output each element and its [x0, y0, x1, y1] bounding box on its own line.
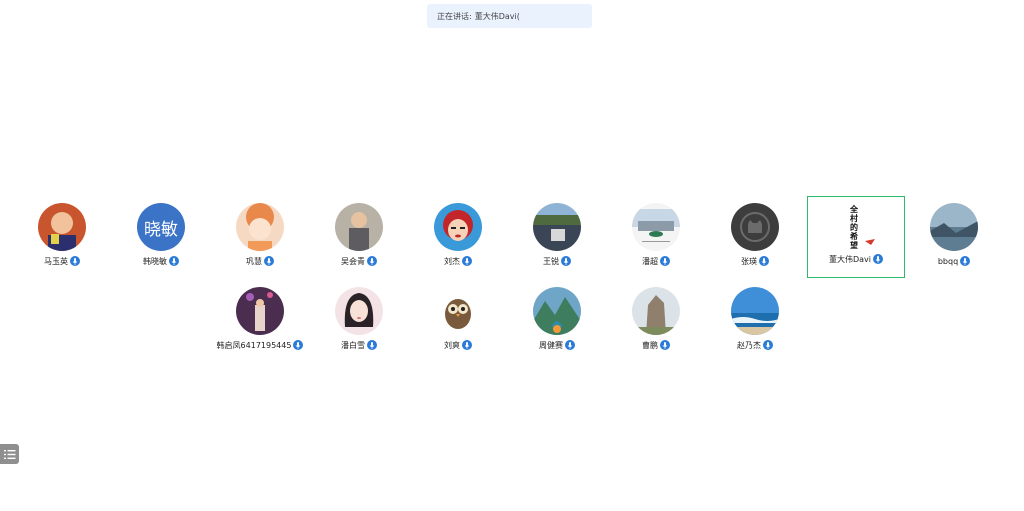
participant-tile[interactable]: 赵乃杰 — [706, 281, 804, 363]
microphone-icon[interactable] — [169, 256, 179, 266]
rock-avatar — [632, 287, 680, 335]
participant-tile[interactable]: 潘超 — [607, 197, 705, 279]
mountain-avatar — [533, 287, 581, 335]
microphone-icon[interactable] — [759, 256, 769, 266]
participant-tile[interactable]: 吴会青 — [310, 197, 408, 279]
participant-tile[interactable]: 周健赛 — [508, 281, 606, 363]
child-photo-avatar — [335, 203, 383, 251]
participant-name: 张瑛 — [741, 256, 757, 266]
microphone-icon[interactable] — [561, 256, 571, 266]
participant-name: 韩晓敏 — [143, 256, 167, 266]
participant-tile[interactable]: 晓敏 韩晓敏 — [112, 197, 210, 279]
participant-name: 潘白雪 — [341, 340, 365, 350]
list-icon — [3, 449, 15, 459]
landscape-avatar — [533, 203, 581, 251]
participant-name: 潘超 — [642, 256, 658, 266]
lake-avatar — [930, 203, 978, 251]
microphone-icon[interactable] — [367, 340, 377, 350]
participant-name: 董大伟Davi — [828, 254, 872, 264]
participant-tile[interactable]: 张瑛 — [706, 197, 804, 279]
photo-avatar — [236, 287, 284, 335]
participant-name: 巩慧 — [246, 256, 262, 266]
microphone-icon[interactable] — [264, 256, 274, 266]
participant-name: 周健赛 — [539, 340, 563, 350]
participant-grid: 马玉英 晓敏 韩晓敏 巩慧 吴会青 刘杰 王锐 潘超 张瑛 全村的希望 董大伟D… — [0, 0, 1024, 511]
participant-name: 吴会青 — [341, 256, 365, 266]
participant-tile[interactable]: 曹鹏 — [607, 281, 705, 363]
participant-tile[interactable]: 潘白雪 — [310, 281, 408, 363]
participant-tile[interactable]: 刘爽 — [409, 281, 507, 363]
owl-avatar — [434, 287, 482, 335]
microphone-icon[interactable] — [763, 340, 773, 350]
participant-name: bbqq — [937, 256, 959, 266]
microphone-icon[interactable] — [462, 256, 472, 266]
participant-name: 韩启凤6417195445 — [216, 340, 292, 350]
text-avatar: 晓敏 — [137, 203, 185, 251]
child-photo-avatar — [38, 203, 86, 251]
participant-name: 赵乃杰 — [737, 340, 761, 350]
participant-list-button[interactable] — [0, 444, 19, 464]
microphone-icon[interactable] — [70, 256, 80, 266]
cartoon-girl-avatar — [335, 287, 383, 335]
participant-tile-active-speaker[interactable]: 全村的希望 董大伟Davi — [807, 196, 905, 278]
microphone-icon[interactable] — [293, 340, 304, 350]
microphone-icon[interactable] — [960, 256, 971, 266]
microphone-icon[interactable] — [367, 256, 377, 266]
participant-name: 曹鹏 — [642, 340, 658, 350]
microphone-icon[interactable] — [660, 256, 670, 266]
cartoon-redhair-avatar — [434, 203, 482, 251]
participant-tile[interactable]: 马玉英 — [13, 197, 111, 279]
cartoon-girl-avatar — [236, 203, 284, 251]
participant-name: 刘杰 — [444, 256, 460, 266]
participant-tile[interactable]: 韩启凤6417195445 — [211, 281, 309, 363]
participant-tile[interactable]: bbqq — [905, 197, 1003, 279]
landscape-avatar — [632, 203, 680, 251]
participant-tile[interactable]: 刘杰 — [409, 197, 507, 279]
participant-name: 王锐 — [543, 256, 559, 266]
microphone-icon[interactable] — [660, 340, 670, 350]
participant-tile[interactable]: 巩慧 — [211, 197, 309, 279]
microphone-icon[interactable] — [565, 340, 575, 350]
participant-name: 马玉英 — [44, 256, 68, 266]
calligraphy-avatar: 全村的希望 — [831, 201, 883, 251]
microphone-icon[interactable] — [873, 254, 884, 264]
avatar-initials: 晓敏 — [144, 219, 178, 240]
participant-tile[interactable]: 王锐 — [508, 197, 606, 279]
github-cat-avatar — [731, 203, 779, 251]
sea-avatar — [731, 287, 779, 335]
microphone-icon[interactable] — [462, 340, 472, 350]
participant-name: 刘爽 — [444, 340, 460, 350]
